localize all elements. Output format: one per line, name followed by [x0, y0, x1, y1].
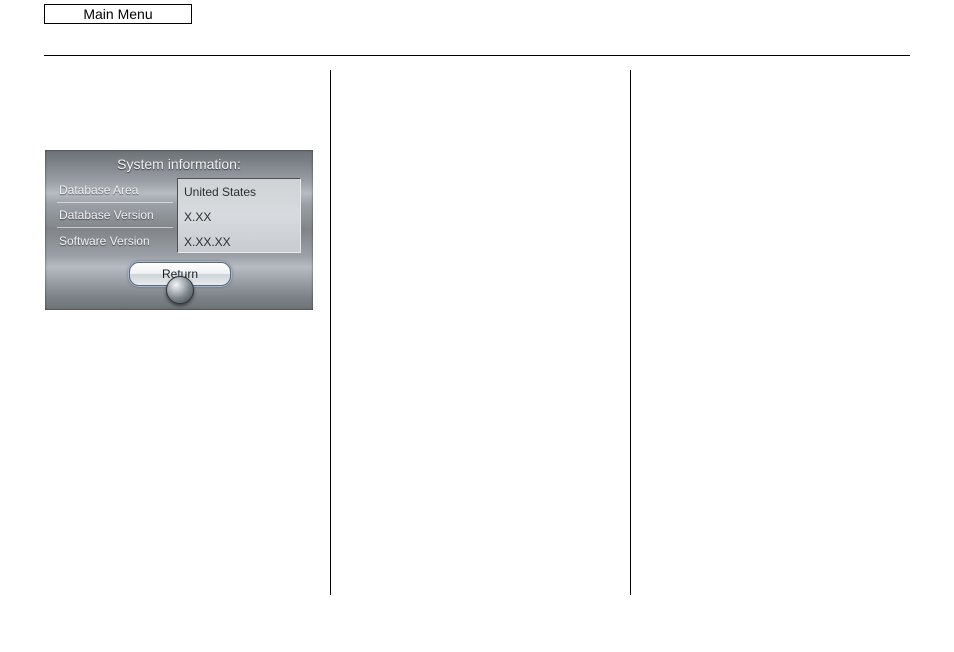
- column-separator-1: [330, 70, 331, 595]
- system-information-table: Database Area Database Version Software …: [57, 178, 301, 253]
- value-software-version: X.XX.XX: [178, 229, 300, 254]
- value-database-area: United States: [178, 179, 300, 204]
- label-database-version: Database Version: [57, 203, 173, 228]
- system-information-panel: System information: Database Area Databa…: [45, 150, 313, 310]
- column-separator-2: [630, 70, 631, 595]
- system-information-title: System information:: [45, 150, 313, 176]
- values-box: United States X.XX X.XX.XX: [177, 178, 301, 253]
- return-button-assembly: Return: [125, 262, 235, 306]
- rotary-knob-icon[interactable]: [166, 276, 194, 304]
- horizontal-rule: [44, 55, 910, 56]
- main-menu-button[interactable]: Main Menu: [44, 4, 192, 24]
- value-database-version: X.XX: [178, 204, 300, 229]
- main-menu-label: Main Menu: [83, 6, 152, 22]
- label-database-area: Database Area: [57, 178, 173, 203]
- document-page: Main Menu System information: Database A…: [0, 0, 954, 652]
- label-software-version: Software Version: [57, 228, 173, 253]
